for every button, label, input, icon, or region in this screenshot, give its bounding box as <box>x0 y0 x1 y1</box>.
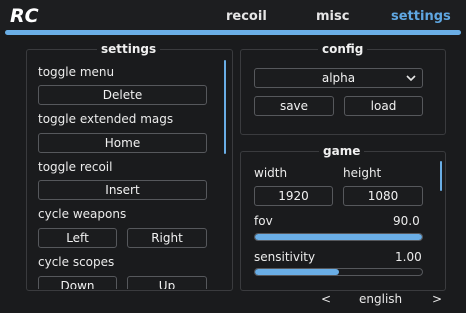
toggle-extended-mags-key-button[interactable]: Home <box>38 133 207 153</box>
header-bar: RC recoil misc settings <box>0 0 466 30</box>
save-button[interactable]: save <box>254 96 334 116</box>
height-input[interactable]: 1080 <box>343 186 423 206</box>
toggle-recoil-key-button[interactable]: Insert <box>38 180 207 200</box>
fov-slider[interactable] <box>254 233 423 241</box>
toggle-menu-label: toggle menu <box>38 65 115 79</box>
settings-group: settings toggle menu Delete toggle exten… <box>26 42 233 291</box>
logo-text: RC <box>10 5 39 26</box>
sensitivity-slider[interactable] <box>254 268 423 276</box>
language-prev-button[interactable]: < <box>321 292 331 306</box>
width-label: width <box>254 166 288 180</box>
app-window: RC recoil misc settings settings toggle … <box>0 0 466 313</box>
config-title: config <box>318 42 368 56</box>
fov-slider-fill <box>255 234 422 240</box>
config-select[interactable]: alpha <box>254 68 423 88</box>
cycle-weapons-label: cycle weapons <box>38 207 127 221</box>
settings-scrollbar[interactable] <box>224 60 226 154</box>
cycle-weapons-left-button[interactable]: Left <box>38 228 117 248</box>
game-scrollbar[interactable] <box>440 161 442 191</box>
tab-recoil[interactable]: recoil <box>226 9 267 24</box>
sensitivity-value: 1.00 <box>395 250 422 264</box>
fov-value: 90.0 <box>393 214 420 228</box>
rc-logo: RC <box>10 5 39 26</box>
config-group: config alpha save load <box>240 42 446 135</box>
toggle-menu-key-button[interactable]: Delete <box>38 85 207 105</box>
fov-label: fov <box>254 214 273 228</box>
height-label: height <box>343 166 382 180</box>
config-selected-value: alpha <box>321 71 356 85</box>
cycle-scopes-up-button[interactable]: Up <box>127 276 207 289</box>
sensitivity-label: sensitivity <box>254 250 316 264</box>
tab-misc[interactable]: misc <box>316 9 349 24</box>
tab-settings[interactable]: settings <box>391 9 451 24</box>
scopes-clip: Down Up <box>27 274 232 289</box>
game-title: game <box>319 144 365 158</box>
chevron-down-icon <box>406 75 416 82</box>
language-next-button[interactable]: > <box>432 292 442 306</box>
cycle-scopes-down-button[interactable]: Down <box>38 276 117 289</box>
accent-bar <box>5 30 461 35</box>
cycle-weapons-right-button[interactable]: Right <box>127 228 207 248</box>
toggle-recoil-label: toggle recoil <box>38 160 113 174</box>
sensitivity-slider-fill <box>255 269 339 275</box>
settings-title: settings <box>97 42 161 56</box>
game-group: game width height 1920 1080 fov 90.0 sen… <box>240 144 446 291</box>
language-label: english <box>359 292 403 306</box>
width-input[interactable]: 1920 <box>254 186 333 206</box>
toggle-extended-mags-label: toggle extended mags <box>38 112 174 126</box>
cycle-scopes-label: cycle scopes <box>38 255 115 269</box>
load-button[interactable]: load <box>344 96 423 116</box>
